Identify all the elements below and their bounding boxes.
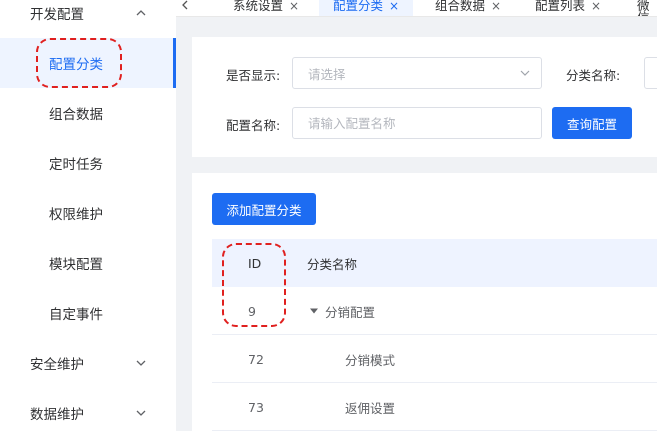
show-label: 是否显示: (226, 68, 281, 83)
chevron-down-icon (520, 70, 530, 76)
sidebar-item-combined-data[interactable]: 组合数据 (0, 88, 176, 138)
table-row[interactable]: 73 返佣设置 (212, 383, 657, 431)
show-select-value: 请选择 (308, 66, 346, 82)
close-icon[interactable]: × (289, 0, 299, 12)
sidebar: 开发配置 配置分类 组合数据 定时任务 权限维护 模块配置 自定事件 安全维护 … (0, 0, 176, 431)
cell-id: 73 (248, 399, 264, 415)
cell-category-name: 返佣设置 (345, 400, 396, 416)
cell-category-name: 分销配置 (309, 287, 375, 335)
menu-group-label: 开发配置 (30, 7, 84, 23)
query-config-button[interactable]: 查询配置 (552, 107, 632, 139)
column-header-category-name: 分类名称 (307, 256, 358, 272)
add-config-category-button[interactable]: 添加配置分类 (212, 193, 316, 225)
table-row[interactable]: 72 分销模式 (212, 335, 657, 383)
tab-combined-data[interactable]: 组合数据 × (421, 0, 515, 16)
tab-config-category[interactable]: 配置分类 × (319, 0, 414, 16)
config-name-input[interactable] (292, 107, 542, 139)
sidebar-item-module-config[interactable]: 模块配置 (0, 238, 176, 288)
sidebar-item-label: 权限维护 (49, 207, 103, 223)
tab-label: 系统设置 (233, 0, 284, 13)
menu-group-label: 数据维护 (30, 407, 84, 423)
category-name-input[interactable] (644, 57, 657, 89)
sidebar-item-label: 配置分类 (49, 57, 103, 73)
config-category-table-card: 添加配置分类 ID 分类名称 9 分销配置 72 分销模式 73 返佣设置 (192, 173, 657, 431)
sidebar-item-config-category[interactable]: 配置分类 (0, 38, 176, 88)
category-name-label: 分类名称: (566, 68, 621, 83)
sidebar-item-scheduled-tasks[interactable]: 定时任务 (0, 138, 176, 188)
table-header: ID 分类名称 (212, 239, 657, 287)
tab-config-list[interactable]: 配置列表 × (521, 0, 615, 16)
chevron-up-icon (136, 10, 146, 16)
sidebar-item-label: 自定事件 (49, 307, 103, 323)
caret-down-icon[interactable] (309, 306, 319, 316)
menu-group-security[interactable]: 安全维护 (0, 338, 176, 388)
config-name-label: 配置名称: (226, 118, 281, 133)
sidebar-item-custom-events[interactable]: 自定事件 (0, 288, 176, 338)
close-icon[interactable]: × (389, 0, 399, 12)
sidebar-item-label: 定时任务 (49, 157, 103, 173)
menu-group-dev-config[interactable]: 开发配置 (0, 0, 176, 38)
filter-panel: 是否显示: 请选择 分类名称: 配置名称: 查询配置 (192, 37, 657, 157)
cell-id: 72 (248, 351, 264, 367)
close-icon[interactable]: × (491, 0, 501, 12)
tab-label: 组合数据 (435, 0, 486, 13)
cell-category-name: 分销模式 (345, 352, 396, 368)
show-select[interactable]: 请选择 (292, 57, 542, 89)
sidebar-item-permissions[interactable]: 权限维护 (0, 188, 176, 238)
tab-bar: 系统设置 × 配置分类 × 组合数据 × 配置列表 × 微信 (176, 0, 657, 17)
active-indicator (173, 38, 176, 88)
sidebar-item-label: 组合数据 (49, 107, 103, 123)
tab-label: 配置列表 (535, 0, 586, 13)
tab-wechat[interactable]: 微信 (623, 0, 657, 16)
tab-system-settings[interactable]: 系统设置 × (219, 0, 313, 16)
sidebar-item-label: 模块配置 (49, 257, 103, 273)
chevron-down-icon (136, 410, 146, 416)
cell-id: 9 (248, 303, 256, 319)
table-row[interactable]: 9 分销配置 (212, 287, 657, 335)
cell-name-text: 分销配置 (325, 304, 376, 320)
column-header-id: ID (248, 255, 262, 271)
chevron-down-icon (136, 360, 146, 366)
tab-label: 微信 (637, 0, 650, 16)
chevron-left-icon[interactable] (176, 0, 194, 16)
menu-group-label: 安全维护 (30, 357, 84, 373)
close-icon[interactable]: × (591, 0, 601, 12)
menu-group-data-maintenance[interactable]: 数据维护 (0, 388, 176, 431)
tab-label: 配置分类 (333, 0, 384, 13)
